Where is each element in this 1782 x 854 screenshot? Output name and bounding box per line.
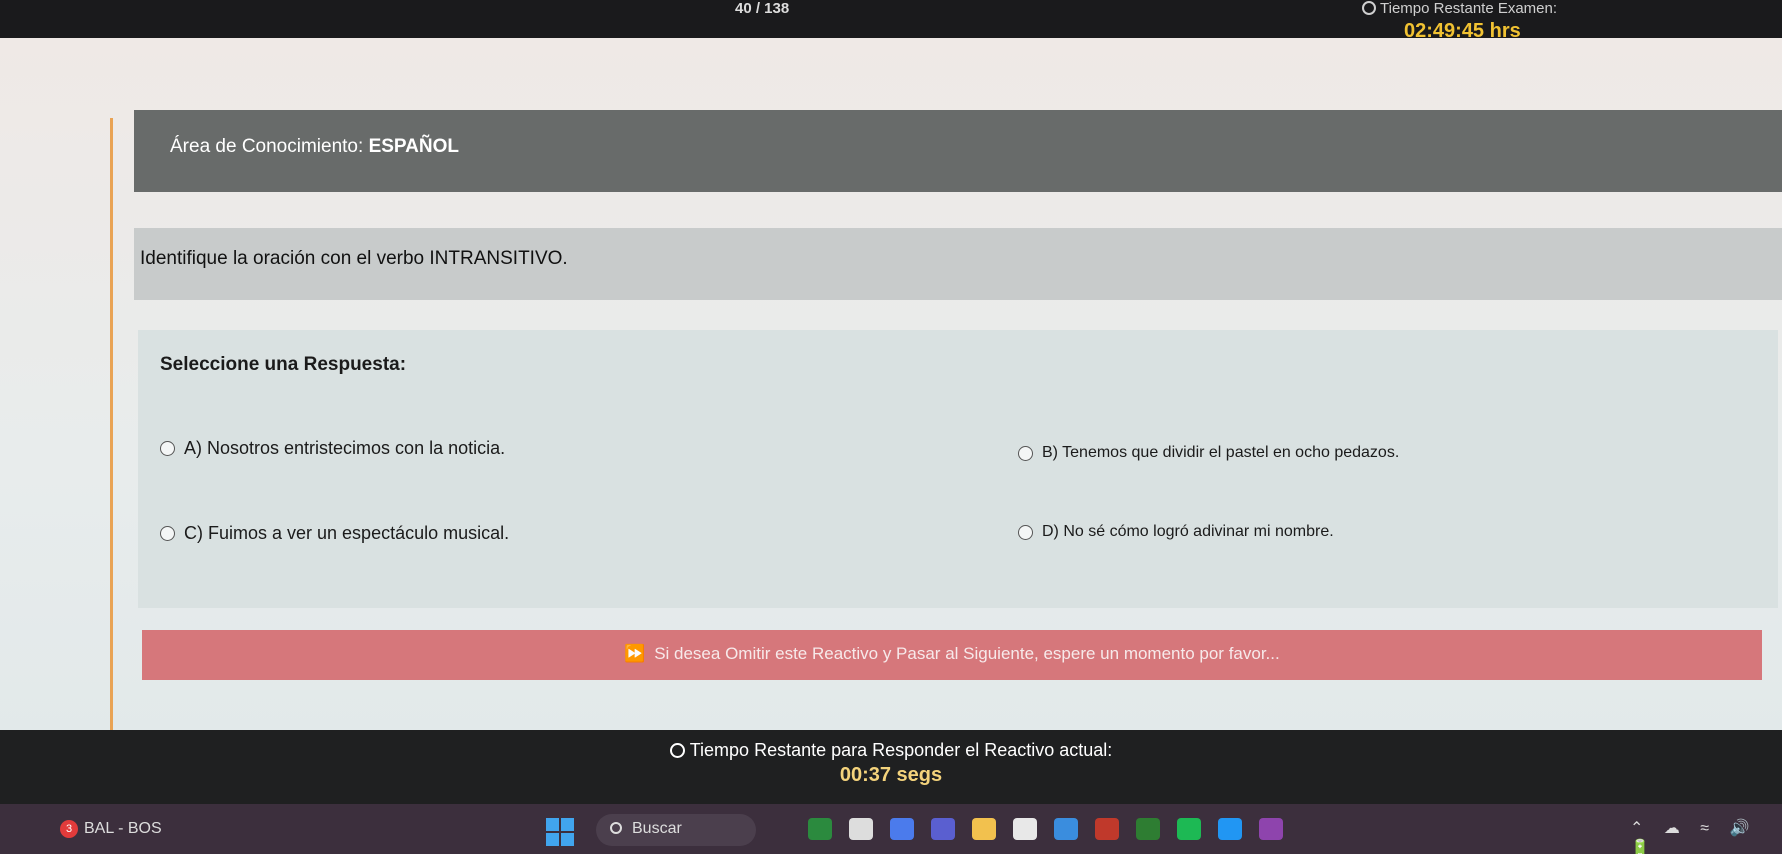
option-a[interactable]: A) Nosotros entristecimos con la noticia… <box>160 438 505 459</box>
question-prompt: Identifique la oración con el verbo INTR… <box>134 228 1782 300</box>
answer-panel-title: Seleccione una Respuesta: <box>160 354 407 375</box>
taskbar-search-text: Buscar <box>632 820 682 837</box>
clock-icon <box>669 743 685 758</box>
option-a-label: A) Nosotros entristecimos con la noticia… <box>184 438 506 458</box>
item-timer-label: Tiempo Restante para Responder el Reacti… <box>0 740 1782 761</box>
option-d-radio[interactable] <box>1018 524 1033 540</box>
option-b-radio[interactable] <box>1018 445 1033 461</box>
taskbar-app-icon[interactable] <box>849 818 873 840</box>
exam-time-label-text: Tiempo Restante Examen: <box>1380 0 1558 17</box>
option-d-label: D) No sé cómo logró adivinar mi nombre. <box>1042 523 1334 540</box>
clock-icon <box>1362 1 1376 15</box>
option-c-radio[interactable] <box>160 526 175 541</box>
accent-divider <box>110 118 113 750</box>
option-b-label: B) Tenemos que dividir el pastel en ocho… <box>1042 444 1400 461</box>
taskbar-app-icon[interactable] <box>1136 818 1160 840</box>
option-c[interactable]: C) Fuimos a ver un espectáculo musical. <box>160 523 509 544</box>
item-timer-value: 00:37 segs <box>839 764 943 786</box>
taskbar-widget-text: BAL - BOS <box>84 820 162 837</box>
exam-time-label: Tiempo Restante Examen: <box>1362 0 1557 17</box>
system-tray[interactable]: ⌃ ☁ ≈ 🔊 🔋 <box>1630 818 1782 854</box>
taskbar-app-icon[interactable] <box>1054 818 1078 840</box>
notification-badge: 3 <box>60 820 78 838</box>
taskbar-app-icon[interactable] <box>972 818 996 840</box>
knowledge-area-value: ESPAÑOL <box>368 136 459 157</box>
knowledge-area-banner: Área de Conocimiento: ESPAÑOL <box>134 110 1782 192</box>
option-b[interactable]: B) Tenemos que dividir el pastel en ocho… <box>1018 444 1399 462</box>
taskbar-app-icon[interactable] <box>1013 818 1037 840</box>
taskbar-app-icon[interactable] <box>890 818 914 840</box>
taskbar-app-icon[interactable] <box>1259 818 1283 840</box>
search-icon <box>610 822 622 834</box>
item-timer-label-text: Tiempo Restante para Responder el Reacti… <box>689 740 1113 760</box>
option-d[interactable]: D) No sé cómo logró adivinar mi nombre. <box>1018 523 1334 541</box>
exam-page: Área de Conocimiento: ESPAÑOL Identifiqu… <box>0 38 1782 750</box>
taskbar-app-icon[interactable] <box>808 818 832 840</box>
item-timer-bar: Tiempo Restante para Responder el Reacti… <box>0 730 1782 804</box>
os-taskbar: 3 BAL - BOS Buscar ⌃ ☁ ≈ 🔊 🔋 <box>0 804 1782 854</box>
taskbar-app-icon[interactable] <box>1177 818 1201 840</box>
question-counter: 40 / 138 <box>735 0 790 17</box>
taskbar-app-icon[interactable] <box>931 818 955 840</box>
taskbar-app-icon[interactable] <box>1095 818 1119 840</box>
knowledge-area-label: Área de Conocimiento: <box>170 136 364 157</box>
answer-panel: Seleccione una Respuesta: A) Nosotros en… <box>138 330 1778 608</box>
option-a-radio[interactable] <box>160 441 175 456</box>
taskbar-app-icon[interactable] <box>1218 818 1242 840</box>
fast-forward-icon: ⏩ <box>624 644 646 663</box>
skip-question-bar[interactable]: ⏩ Si desea Omitir este Reactivo y Pasar … <box>142 630 1762 680</box>
windows-start-icon[interactable] <box>546 818 574 846</box>
taskbar-search[interactable]: Buscar <box>596 814 756 846</box>
question-text: Identifique la oración con el verbo INTR… <box>140 248 568 269</box>
skip-question-text: Si desea Omitir este Reactivo y Pasar al… <box>654 644 1280 663</box>
option-c-label: C) Fuimos a ver un espectáculo musical. <box>184 523 510 543</box>
taskbar-widget[interactable]: 3 BAL - BOS <box>60 820 162 838</box>
